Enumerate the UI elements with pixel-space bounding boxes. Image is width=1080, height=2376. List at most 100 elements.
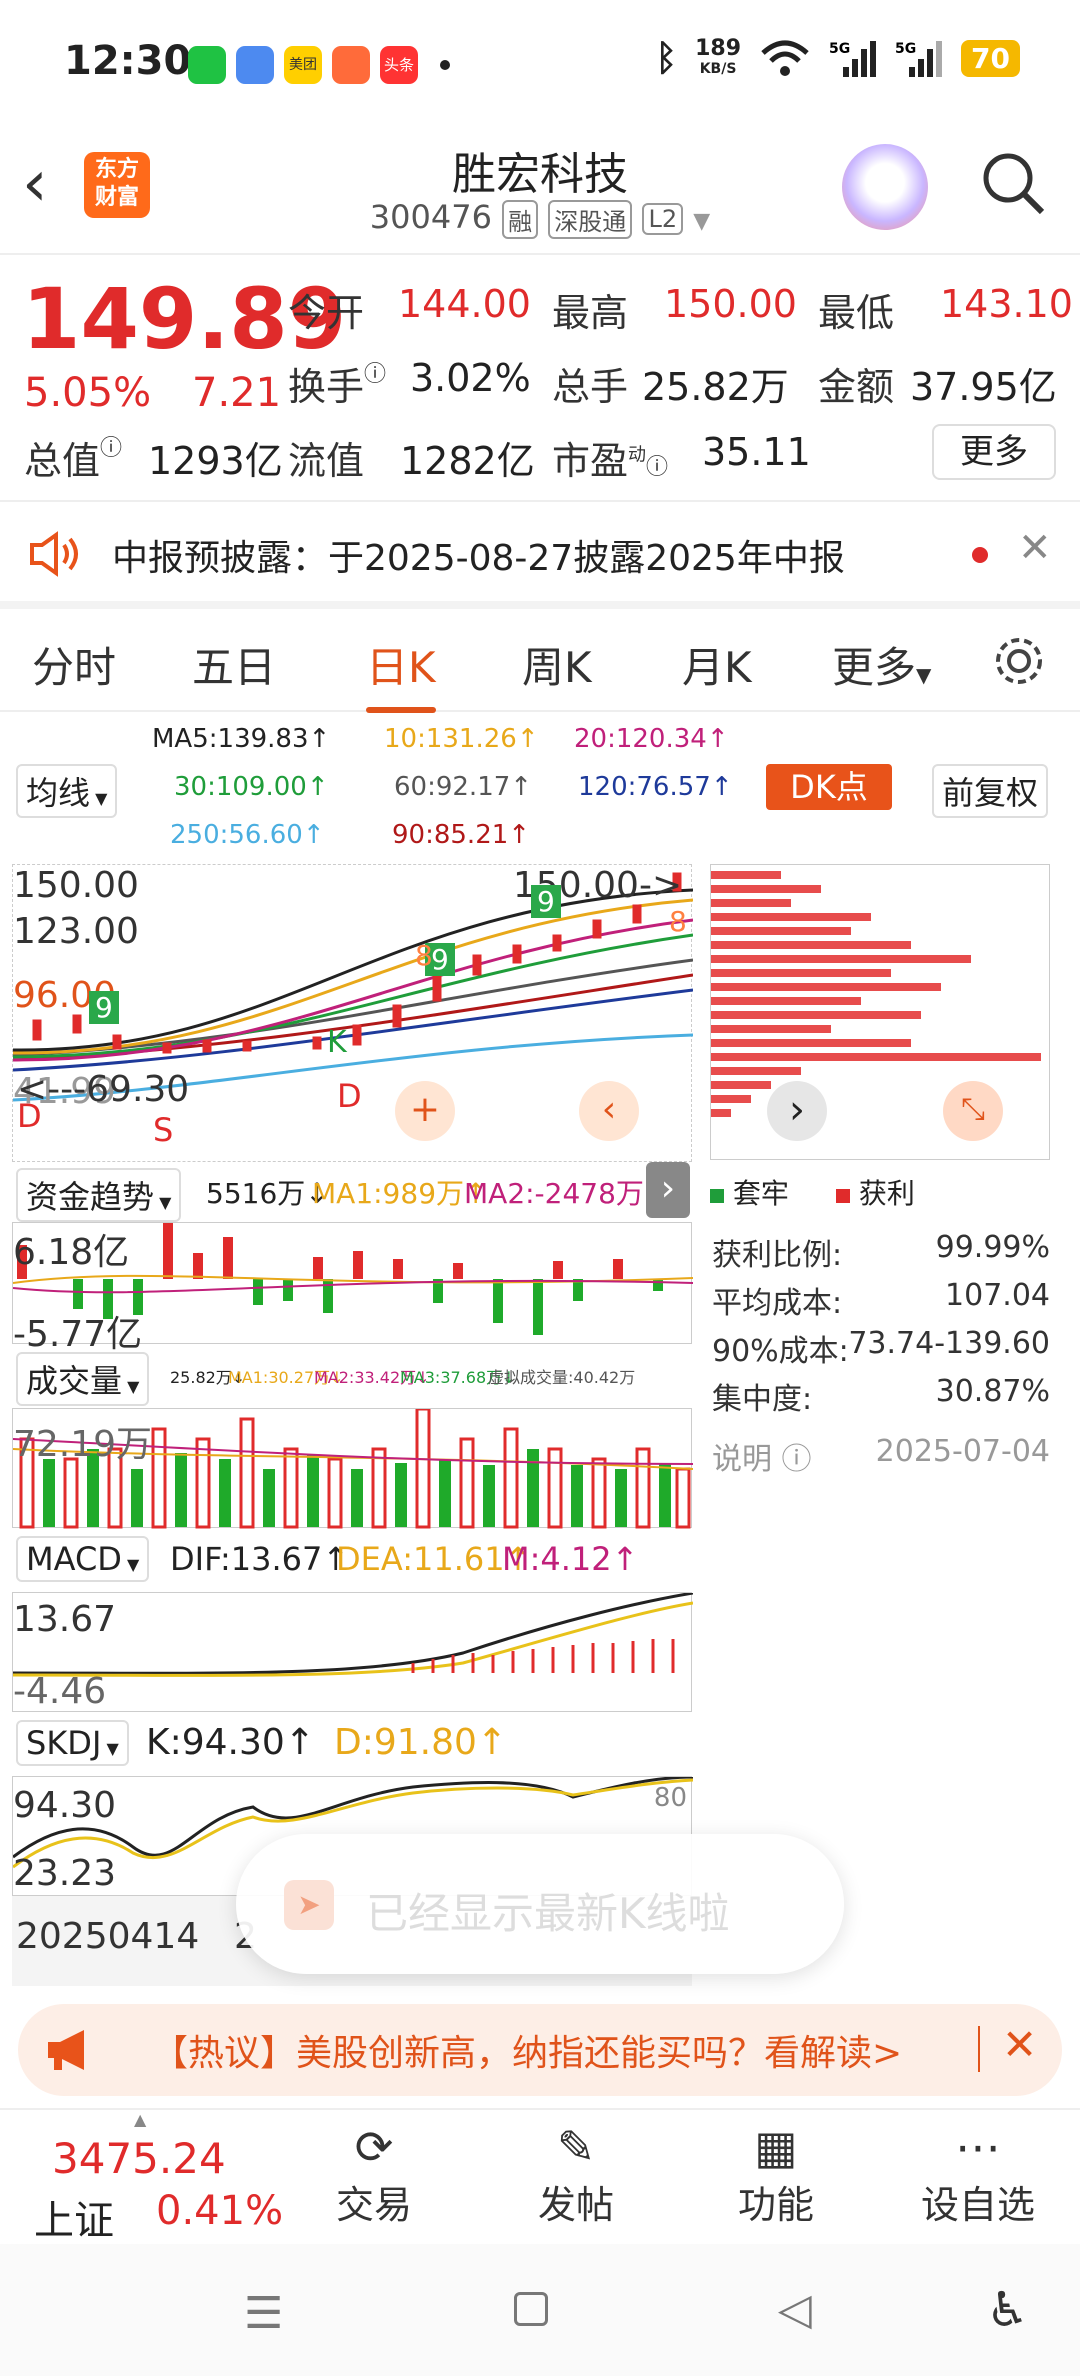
tab-monthly-k[interactable]: 月K [682, 634, 752, 695]
macd-dif: DIF:13.67↑ [170, 1540, 350, 1578]
bluetooth-icon: ᛒ [655, 38, 678, 79]
open-value: 144.00 [398, 282, 531, 326]
volume-y-top: 72.19万 [13, 1424, 153, 1465]
chip-legend-profit: 获利 [836, 1172, 915, 1212]
index-value[interactable]: 3475.24 [52, 2134, 226, 2183]
toutiao-icon: 头条 [380, 46, 418, 84]
add-watchlist-button[interactable]: ⋯ 设自选 [918, 2120, 1038, 2229]
info-icon[interactable]: ⓘ [364, 362, 386, 387]
volume-chart[interactable]: 72.19万 [12, 1407, 694, 1529]
chip-note[interactable]: 说明 ⓘ [712, 1434, 812, 1478]
kline-nine-c: 9 [531, 885, 561, 918]
status-bar: 12:30 美团 头条 ᛒ 189 KB/S 5G 5G 70 [0, 0, 1080, 130]
svg-text:5G: 5G [829, 41, 850, 57]
search-icon[interactable] [980, 150, 1046, 216]
stock-header: ‹ 东方 财富 胜宏科技 300476 融 深股通 L2 ▼ [0, 130, 1080, 255]
change-pct: 5.05% [24, 370, 152, 416]
net-speed: 189 KB/S [695, 37, 741, 79]
kline-eight-a: 8 [415, 939, 433, 972]
dropdown-icon: ▼ [101, 1739, 119, 1758]
post-button[interactable]: ✎ 发帖 [516, 2120, 636, 2229]
dropdown-icon: ▼ [916, 663, 932, 687]
kline-eight-b: 8 [669, 905, 687, 938]
fund-selector-label: 资金趋势 [26, 1178, 155, 1216]
low-value: 143.10 [940, 282, 1073, 326]
amount-value: 37.95亿 [910, 365, 1057, 409]
megaphone-icon [48, 2030, 84, 2070]
accessibility-icon[interactable]: ♿ [986, 2282, 1029, 2338]
tab-more[interactable]: 更多▼ [832, 634, 931, 695]
chevron-left-icon[interactable]: ‹ [579, 1081, 639, 1141]
home-icon[interactable] [514, 2292, 548, 2326]
tab-five-day[interactable]: 五日 [192, 634, 276, 695]
info-icon[interactable]: ⓘ [100, 436, 122, 461]
wifi-icon [761, 40, 809, 76]
expand-icon[interactable]: ⤡ [943, 1081, 1003, 1141]
mktcap-label: 总值ⓘ [24, 430, 122, 485]
skdj-y-bottom: 23.23 [13, 1853, 117, 1894]
fund-ma2: MA2:-2478万↑ [464, 1177, 668, 1210]
macd-selector[interactable]: MACD ▼ [16, 1536, 150, 1582]
ma-selector[interactable]: 均线 ▼ [16, 764, 118, 818]
fund-trend-selector[interactable]: 资金趋势 ▼ [16, 1168, 182, 1222]
volume-selector[interactable]: 成交量 ▼ [16, 1352, 150, 1406]
hot-topic-banner[interactable]: 【热议】美股创新高，纳指还能买吗？看解读> ✕ [18, 2004, 1062, 2096]
expand-right-icon[interactable]: › [646, 1162, 690, 1218]
macd-y-top: 13.67 [13, 1599, 117, 1640]
tab-daily-k[interactable]: 日K [366, 634, 436, 713]
kline-label-d2: D [337, 1077, 362, 1115]
ma90-label: 90:85.21↑ [392, 820, 531, 850]
ma30-label: 30:109.00↑ [174, 772, 329, 802]
fund-y-bottom: -5.77亿 [13, 1314, 143, 1355]
macd-m: M:4.12↑ [502, 1540, 639, 1578]
skdj-y-top: 94.30 [13, 1785, 117, 1826]
turnover-value: 3.02% [410, 356, 531, 400]
close-icon[interactable]: ✕ [1002, 2020, 1037, 2069]
chip-distribution-chart[interactable]: › ⤡ [710, 864, 1050, 1160]
dk-point-button[interactable]: DK点 [766, 764, 892, 810]
period-tabs: 分时 五日 日K 周K 月K 更多▼ [0, 612, 1080, 713]
kline-chart[interactable]: 150.00 123.00 96.00 41.99 150.00-> <---6… [12, 864, 694, 1162]
skdj-k: K:94.30↑ [146, 1722, 315, 1763]
ma20-label: 20:120.34↑ [574, 724, 729, 754]
chip-note-label: 说明 [712, 1442, 772, 1477]
more-circle-icon: ⋯ [955, 2120, 1001, 2174]
amount-label: 金额 [818, 365, 895, 409]
back-triangle-icon[interactable]: ◁ [778, 2284, 812, 2335]
fund-trend-chart[interactable]: 6.18亿 -5.77亿 [12, 1222, 694, 1355]
tab-weekly-k[interactable]: 周K [522, 634, 592, 695]
status-time: 12:30 [64, 38, 192, 84]
info-icon[interactable]: ⓘ [646, 455, 668, 480]
close-icon[interactable]: ✕ [1018, 525, 1052, 571]
date-start: 20250414 [16, 1916, 200, 1957]
kline-y-2: 123.00 [13, 911, 139, 952]
chip-row-value: 99.99% [935, 1230, 1050, 1265]
ma-selector-label: 均线 [26, 774, 91, 812]
battery-indicator: 70 [961, 40, 1020, 77]
ma10-label: 10:131.26↑ [384, 724, 539, 754]
tab-more-label: 更多 [832, 643, 917, 692]
adjust-selector[interactable]: 前复权 [932, 764, 1049, 818]
trade-button[interactable]: ⟳ 交易 [314, 2120, 434, 2229]
profit-swatch [836, 1189, 850, 1203]
status-right: ᛒ 189 KB/S 5G 5G 70 [655, 37, 1020, 79]
pe-label: 市盈动ⓘ [552, 430, 668, 485]
tab-fenshi[interactable]: 分时 [32, 634, 116, 695]
more-button[interactable]: 更多 [932, 424, 1056, 480]
wechat-icon [188, 46, 226, 84]
settings-gear-icon[interactable] [992, 634, 1046, 688]
add-icon[interactable]: + [395, 1081, 455, 1141]
volume-value: 25.82万 [642, 365, 789, 409]
trade-label: 交易 [335, 2183, 412, 2227]
menu-icon[interactable]: ☰ [244, 2288, 283, 2339]
chevron-right-icon[interactable]: › [767, 1081, 827, 1141]
assistant-robot-icon[interactable] [842, 144, 928, 230]
function-button[interactable]: ▦ 功能 [716, 2120, 836, 2229]
macd-chart[interactable]: 13.67 -4.46 [12, 1591, 694, 1712]
video-icon [332, 46, 370, 84]
kline-low-marker: <---69.30 [17, 1069, 190, 1110]
skdj-selector[interactable]: SKDJ ▼ [16, 1720, 129, 1766]
notice-bar[interactable]: 中报预披露：于2025-08-27披露2025年中报 ✕ [0, 505, 1080, 609]
signal-5g-icon: 5G [829, 40, 877, 77]
fund-value: 5516万↓ [206, 1177, 329, 1210]
